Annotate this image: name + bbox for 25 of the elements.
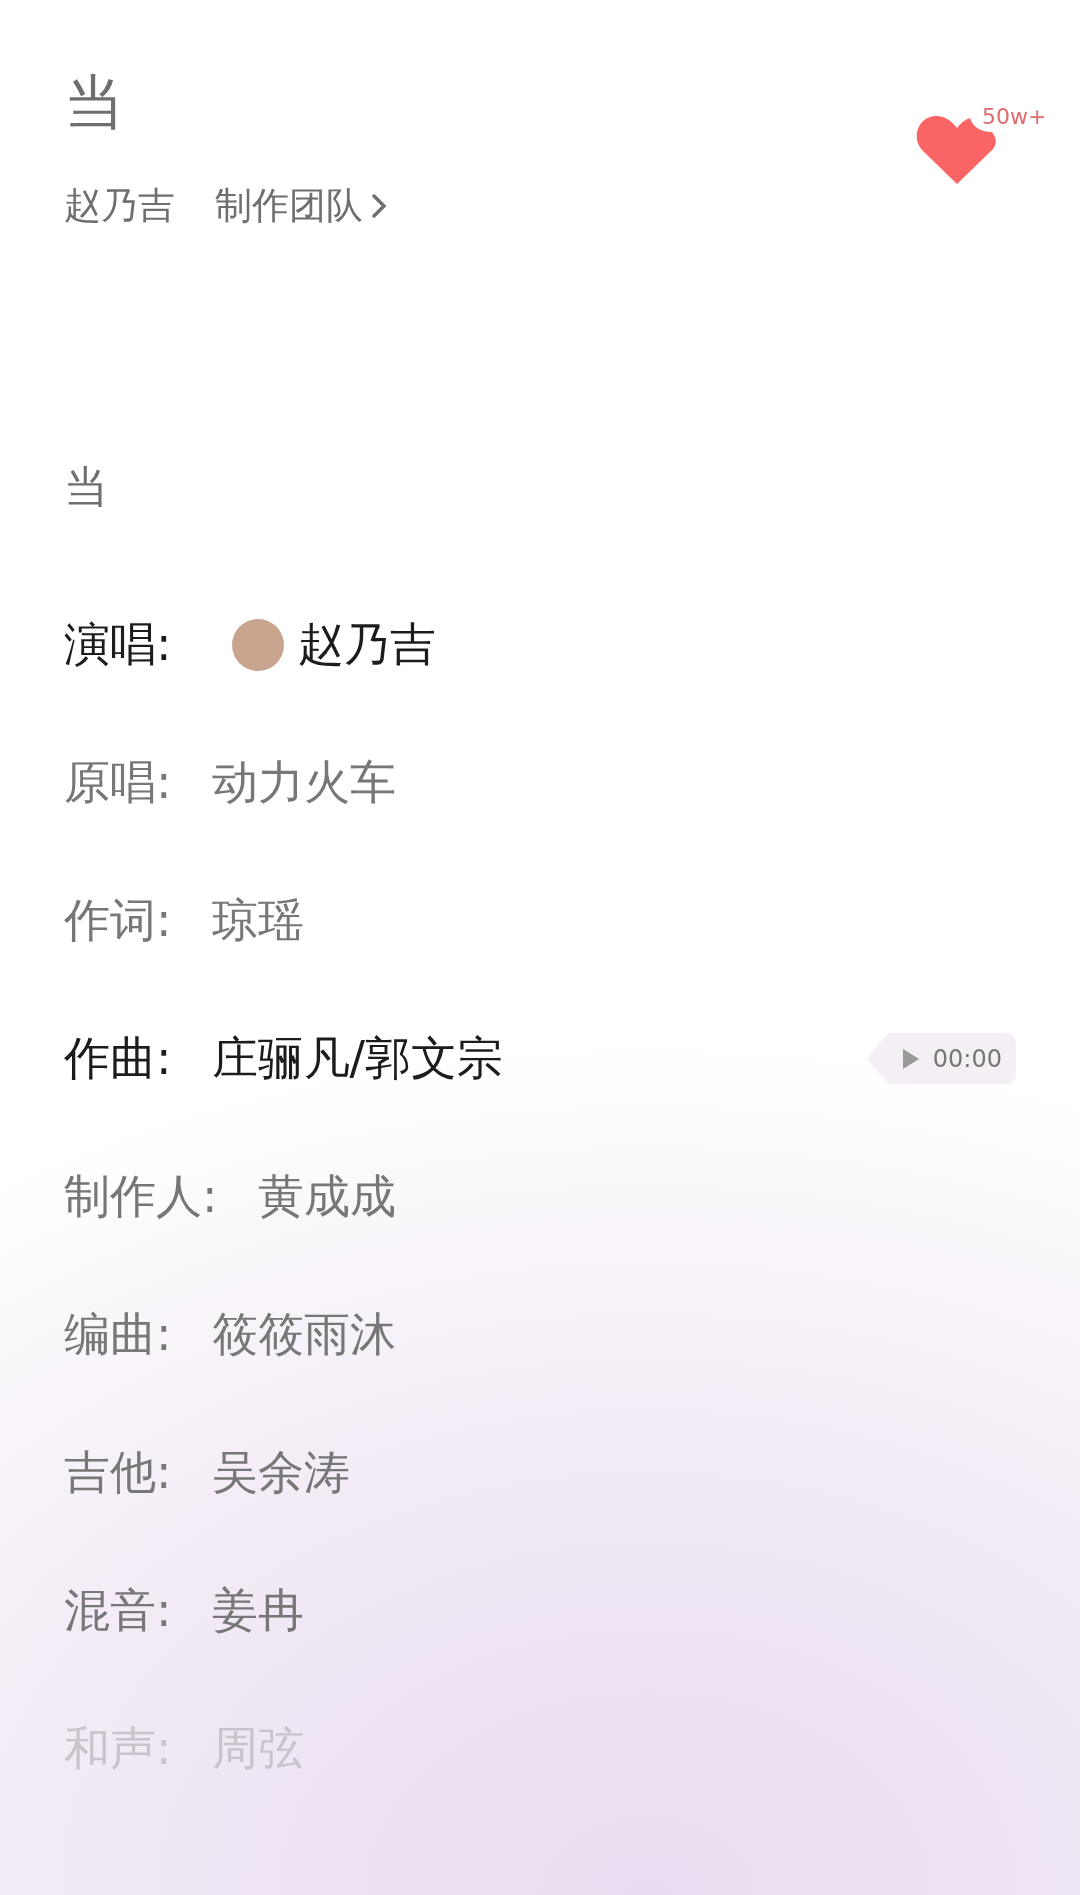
- credit-label: 作曲:: [64, 1030, 172, 1087]
- credit-value[interactable]: 庄骊凡/郭文宗: [211, 1024, 503, 1093]
- credit-value[interactable]: 动力火车: [211, 748, 396, 817]
- play-icon: [900, 1046, 921, 1071]
- credit-value[interactable]: 黄成成: [257, 1162, 396, 1231]
- credit-value[interactable]: 筱筱雨沐: [211, 1300, 396, 1369]
- team-link[interactable]: 制作团队: [215, 178, 387, 234]
- credit-value[interactable]: 姜冉: [211, 1576, 304, 1645]
- credit-label: 混音:: [64, 1582, 172, 1639]
- lyrics-title: 当: [64, 459, 109, 514]
- song-title: 当: [64, 66, 125, 139]
- credit-label: 编曲:: [64, 1306, 172, 1363]
- chevron-right-icon: [371, 192, 387, 219]
- credit-label: 原唱:: [64, 754, 172, 811]
- credit-label: 制作人:: [64, 1168, 218, 1225]
- avatar-icon: [232, 618, 284, 671]
- credit-label: 作词:: [64, 892, 172, 949]
- credit-value[interactable]: 琼瑶: [211, 886, 304, 955]
- preview-play-button[interactable]: 00:00: [866, 1032, 1016, 1085]
- credit-value[interactable]: 吴余涛: [211, 1438, 350, 1507]
- likes-count: 50w+: [982, 103, 1047, 131]
- credit-label: 吉他:: [64, 1444, 172, 1501]
- credit-label: 演唱:: [64, 616, 173, 673]
- credit-value[interactable]: 赵乃吉: [298, 610, 436, 679]
- artist-name[interactable]: 赵乃吉: [64, 178, 175, 234]
